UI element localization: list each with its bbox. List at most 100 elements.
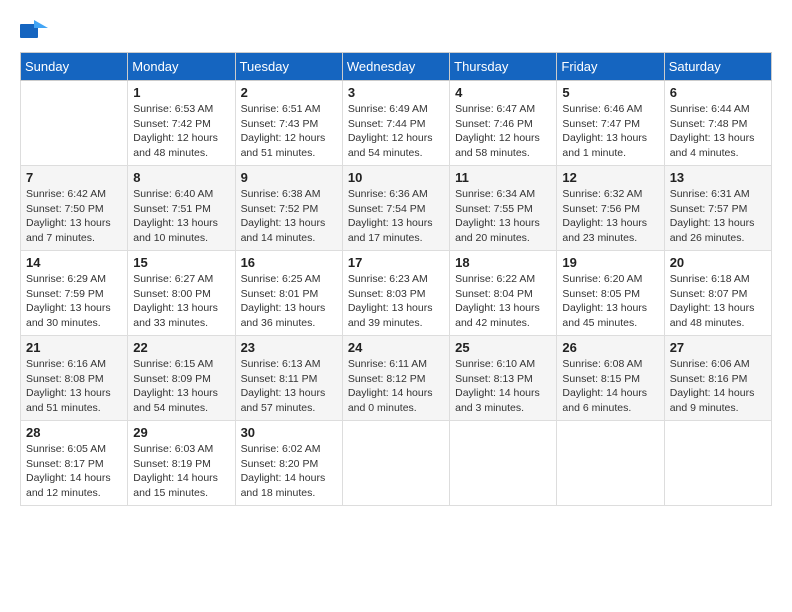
day-number: 1 (133, 85, 229, 100)
calendar-cell: 12 Sunrise: 6:32 AM Sunset: 7:56 PM Dayli… (557, 166, 664, 251)
day-info: Sunrise: 6:47 AM Sunset: 7:46 PM Dayligh… (455, 102, 551, 161)
day-info: Sunrise: 6:34 AM Sunset: 7:55 PM Dayligh… (455, 187, 551, 246)
calendar-cell: 14Sunrise: 6:29 AM Sunset: 7:59 PM Dayli… (21, 251, 128, 336)
day-number: 4 (455, 85, 551, 100)
day-info: Sunrise: 6:51 AM Sunset: 7:43 PM Dayligh… (241, 102, 337, 161)
column-header-saturday: Saturday (664, 53, 771, 81)
day-number: 10 (348, 170, 444, 185)
day-info: Sunrise: 6:38 AM Sunset: 7:52 PM Dayligh… (241, 187, 337, 246)
column-header-monday: Monday (128, 53, 235, 81)
calendar-cell (450, 421, 557, 506)
header (20, 20, 772, 42)
day-number: 20 (670, 255, 766, 270)
calendar-cell (342, 421, 449, 506)
day-number: 7 (26, 170, 122, 185)
calendar-cell: 3 Sunrise: 6:49 AM Sunset: 7:44 PM Daylig… (342, 81, 449, 166)
calendar: SundayMondayTuesdayWednesdayThursdayFrid… (20, 52, 772, 506)
calendar-cell: 7 Sunrise: 6:42 AM Sunset: 7:50 PM Daylig… (21, 166, 128, 251)
calendar-cell: 22Sunrise: 6:15 AM Sunset: 8:09 PM Dayli… (128, 336, 235, 421)
day-number: 16 (241, 255, 337, 270)
day-number: 6 (670, 85, 766, 100)
calendar-cell: 15 Sunrise: 6:27 AM Sunset: 8:00 PM Dayli… (128, 251, 235, 336)
column-header-tuesday: Tuesday (235, 53, 342, 81)
calendar-cell: 11 Sunrise: 6:34 AM Sunset: 7:55 PM Dayli… (450, 166, 557, 251)
day-info: Sunrise: 6:44 AM Sunset: 7:48 PM Dayligh… (670, 102, 766, 161)
calendar-week-row: 21Sunrise: 6:16 AM Sunset: 8:08 PM Dayli… (21, 336, 772, 421)
day-number: 30 (241, 425, 337, 440)
day-number: 28 (26, 425, 122, 440)
day-number: 11 (455, 170, 551, 185)
calendar-cell: 24Sunrise: 6:11 AM Sunset: 8:12 PM Dayli… (342, 336, 449, 421)
day-info: Sunrise: 6:42 AM Sunset: 7:50 PM Dayligh… (26, 187, 122, 246)
calendar-cell: 6 Sunrise: 6:44 AM Sunset: 7:48 PM Daylig… (664, 81, 771, 166)
logo-icon (20, 20, 48, 42)
calendar-cell (21, 81, 128, 166)
day-info: Sunrise: 6:49 AM Sunset: 7:44 PM Dayligh… (348, 102, 444, 161)
day-number: 19 (562, 255, 658, 270)
day-info: Sunrise: 6:02 AM Sunset: 8:20 PM Dayligh… (241, 442, 337, 501)
calendar-cell: 26Sunrise: 6:08 AM Sunset: 8:15 PM Dayli… (557, 336, 664, 421)
day-number: 2 (241, 85, 337, 100)
calendar-cell: 27 Sunrise: 6:06 AM Sunset: 8:16 PM Dayli… (664, 336, 771, 421)
calendar-cell: 20Sunrise: 6:18 AM Sunset: 8:07 PM Dayli… (664, 251, 771, 336)
day-info: Sunrise: 6:23 AM Sunset: 8:03 PM Dayligh… (348, 272, 444, 331)
day-info: Sunrise: 6:20 AM Sunset: 8:05 PM Dayligh… (562, 272, 658, 331)
day-info: Sunrise: 6:46 AM Sunset: 7:47 PM Dayligh… (562, 102, 658, 161)
day-info: Sunrise: 6:53 AM Sunset: 7:42 PM Dayligh… (133, 102, 229, 161)
column-header-thursday: Thursday (450, 53, 557, 81)
day-number: 5 (562, 85, 658, 100)
calendar-cell: 29 Sunrise: 6:03 AM Sunset: 8:19 PM Dayli… (128, 421, 235, 506)
day-info: Sunrise: 6:06 AM Sunset: 8:16 PM Dayligh… (670, 357, 766, 416)
calendar-cell: 21Sunrise: 6:16 AM Sunset: 8:08 PM Dayli… (21, 336, 128, 421)
calendar-cell: 25Sunrise: 6:10 AM Sunset: 8:13 PM Dayli… (450, 336, 557, 421)
day-number: 18 (455, 255, 551, 270)
day-number: 15 (133, 255, 229, 270)
day-info: Sunrise: 6:40 AM Sunset: 7:51 PM Dayligh… (133, 187, 229, 246)
day-number: 17 (348, 255, 444, 270)
calendar-cell: 5 Sunrise: 6:46 AM Sunset: 7:47 PM Daylig… (557, 81, 664, 166)
logo (20, 20, 54, 42)
calendar-cell: 2 Sunrise: 6:51 AM Sunset: 7:43 PM Daylig… (235, 81, 342, 166)
calendar-cell: 13 Sunrise: 6:31 AM Sunset: 7:57 PM Dayli… (664, 166, 771, 251)
day-number: 23 (241, 340, 337, 355)
column-header-wednesday: Wednesday (342, 53, 449, 81)
calendar-cell (664, 421, 771, 506)
day-info: Sunrise: 6:16 AM Sunset: 8:08 PM Dayligh… (26, 357, 122, 416)
day-number: 3 (348, 85, 444, 100)
day-info: Sunrise: 6:03 AM Sunset: 8:19 PM Dayligh… (133, 442, 229, 501)
day-number: 24 (348, 340, 444, 355)
day-number: 14 (26, 255, 122, 270)
calendar-cell: 9 Sunrise: 6:38 AM Sunset: 7:52 PM Daylig… (235, 166, 342, 251)
day-info: Sunrise: 6:32 AM Sunset: 7:56 PM Dayligh… (562, 187, 658, 246)
calendar-cell: 4 Sunrise: 6:47 AM Sunset: 7:46 PM Daylig… (450, 81, 557, 166)
calendar-cell: 18 Sunrise: 6:22 AM Sunset: 8:04 PM Dayli… (450, 251, 557, 336)
calendar-cell: 1 Sunrise: 6:53 AM Sunset: 7:42 PM Daylig… (128, 81, 235, 166)
calendar-cell: 10 Sunrise: 6:36 AM Sunset: 7:54 PM Dayli… (342, 166, 449, 251)
calendar-cell: 17 Sunrise: 6:23 AM Sunset: 8:03 PM Dayli… (342, 251, 449, 336)
calendar-cell: 23 Sunrise: 6:13 AM Sunset: 8:11 PM Dayli… (235, 336, 342, 421)
calendar-week-row: 1 Sunrise: 6:53 AM Sunset: 7:42 PM Daylig… (21, 81, 772, 166)
day-number: 25 (455, 340, 551, 355)
day-number: 26 (562, 340, 658, 355)
day-number: 12 (562, 170, 658, 185)
day-info: Sunrise: 6:27 AM Sunset: 8:00 PM Dayligh… (133, 272, 229, 331)
calendar-week-row: 14Sunrise: 6:29 AM Sunset: 7:59 PM Dayli… (21, 251, 772, 336)
calendar-cell: 16 Sunrise: 6:25 AM Sunset: 8:01 PM Dayli… (235, 251, 342, 336)
day-info: Sunrise: 6:05 AM Sunset: 8:17 PM Dayligh… (26, 442, 122, 501)
day-info: Sunrise: 6:36 AM Sunset: 7:54 PM Dayligh… (348, 187, 444, 246)
day-number: 13 (670, 170, 766, 185)
day-info: Sunrise: 6:25 AM Sunset: 8:01 PM Dayligh… (241, 272, 337, 331)
day-info: Sunrise: 6:31 AM Sunset: 7:57 PM Dayligh… (670, 187, 766, 246)
day-info: Sunrise: 6:13 AM Sunset: 8:11 PM Dayligh… (241, 357, 337, 416)
calendar-week-row: 28 Sunrise: 6:05 AM Sunset: 8:17 PM Dayli… (21, 421, 772, 506)
calendar-cell (557, 421, 664, 506)
day-number: 29 (133, 425, 229, 440)
day-number: 27 (670, 340, 766, 355)
day-number: 22 (133, 340, 229, 355)
calendar-week-row: 7 Sunrise: 6:42 AM Sunset: 7:50 PM Daylig… (21, 166, 772, 251)
day-number: 9 (241, 170, 337, 185)
day-info: Sunrise: 6:22 AM Sunset: 8:04 PM Dayligh… (455, 272, 551, 331)
day-number: 8 (133, 170, 229, 185)
column-header-sunday: Sunday (21, 53, 128, 81)
column-header-friday: Friday (557, 53, 664, 81)
